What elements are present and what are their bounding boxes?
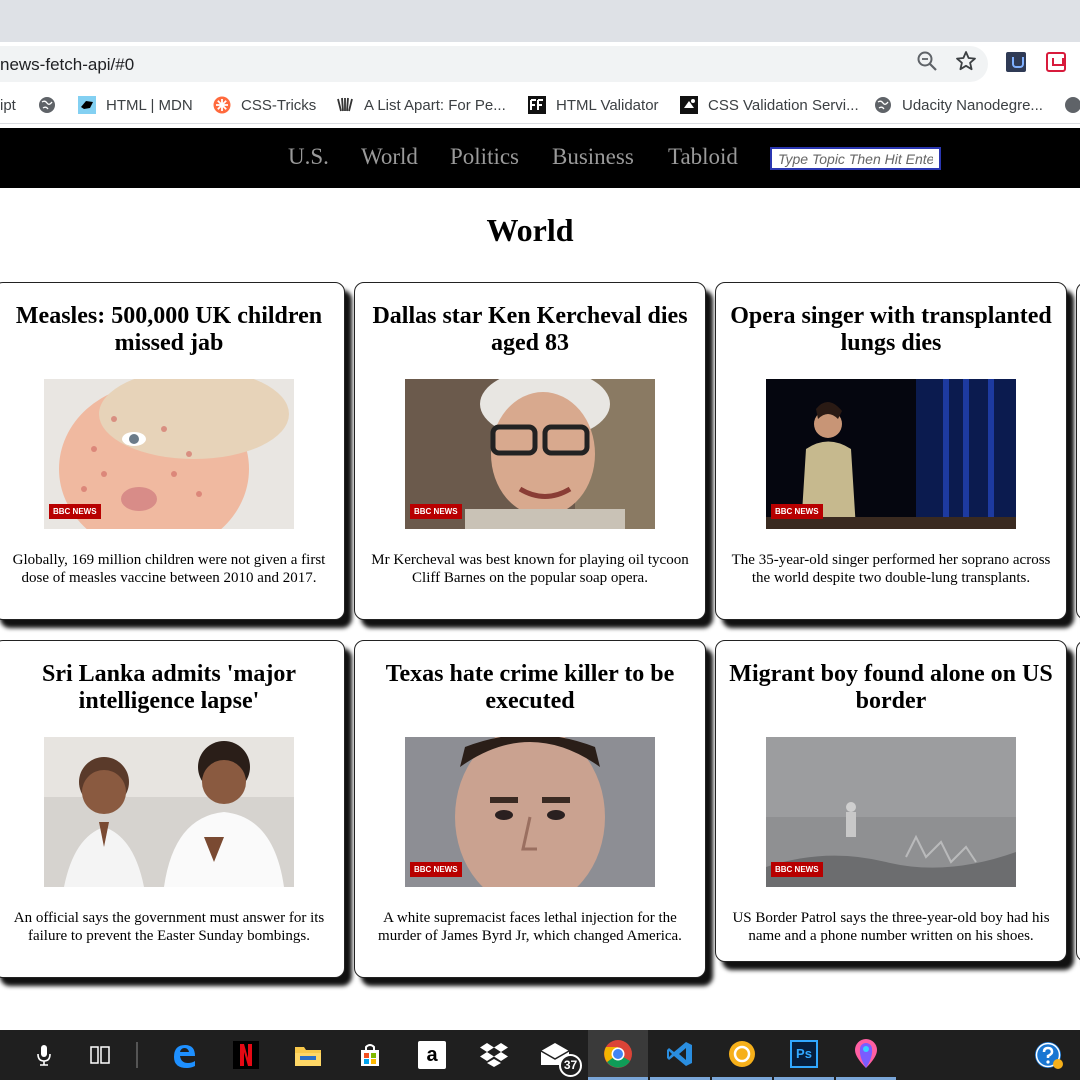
article-image: BBC NEWS [766, 379, 1016, 529]
article-description: The 35-year-old singer performed her sop… [731, 552, 1051, 586]
article-card[interactable]: Migrant boy found alone on US border BBC… [715, 640, 1067, 962]
article-card-partial[interactable] [1076, 640, 1080, 962]
taskbar-divider [136, 1042, 138, 1068]
article-image: BBC NEWS [766, 737, 1016, 887]
bookmark-star-icon[interactable] [955, 50, 977, 72]
bookmark-label: HTML | MDN [106, 96, 193, 114]
bbc-news-badge: BBC NEWS [49, 504, 101, 519]
bookmark-item[interactable]: A List Apart: For Pe... [336, 95, 506, 115]
vscode-icon[interactable] [650, 1030, 710, 1080]
help-icon[interactable] [1018, 1030, 1078, 1080]
bookmark-label: ipt [0, 96, 16, 114]
dropbox-icon[interactable] [464, 1030, 524, 1080]
browser-toolbar: news-fetch-api/#0 [0, 42, 1080, 86]
file-explorer-icon[interactable] [278, 1030, 338, 1080]
netflix-icon[interactable] [216, 1030, 276, 1080]
amazon-icon[interactable]: a [402, 1030, 462, 1080]
html-validator-icon [528, 96, 546, 114]
article-card[interactable]: Texas hate crime killer to be executed B… [354, 640, 706, 978]
article-image: BBC NEWS [44, 379, 294, 529]
address-bar[interactable]: news-fetch-api/#0 [0, 46, 988, 82]
nav-link-business[interactable]: Business [552, 144, 634, 170]
article-image: BBC NEWS [405, 737, 655, 887]
bookmark-item[interactable]: HTML | MDN [78, 95, 193, 115]
bookmarks-bar: ipt HTML | MDN CSS-Tricks A List Apart: … [0, 86, 1080, 124]
bookmark-label: Udacity Nanodegre... [902, 96, 1043, 114]
nav-link-world[interactable]: World [361, 144, 418, 170]
bookmark-item[interactable]: HTML Validator [528, 95, 659, 115]
task-view-icon[interactable] [70, 1030, 130, 1080]
article-description: Mr Kercheval was best known for playing … [371, 552, 689, 586]
windows-taskbar: a 37 Ps [0, 1030, 1080, 1080]
article-description: A white supremacist faces lethal injecti… [378, 910, 682, 944]
bookmark-label: CSS-Tricks [241, 96, 317, 114]
article-card[interactable]: Dallas star Ken Kercheval dies aged 83 B… [354, 282, 706, 620]
article-title[interactable]: Dallas star Ken Kercheval dies aged 83 [367, 303, 693, 357]
bookmark-label: HTML Validator [556, 96, 659, 114]
article-title[interactable]: Texas hate crime killer to be executed [367, 661, 693, 715]
photoshop-icon[interactable]: Ps [774, 1030, 834, 1080]
chrome-icon[interactable] [588, 1030, 648, 1080]
mail-icon[interactable]: 37 [526, 1030, 586, 1080]
article-card-partial[interactable] [1076, 282, 1080, 620]
article-description: Globally, 169 million children were not … [12, 552, 326, 586]
article-image: BBC NEWS [44, 737, 294, 887]
bookmark-item[interactable]: CSS Validation Servi... [680, 95, 859, 115]
nav-link-politics[interactable]: Politics [450, 144, 519, 170]
store-icon[interactable] [340, 1030, 400, 1080]
bbc-news-badge: BBC NEWS [410, 504, 462, 519]
article-title[interactable]: Sri Lanka admits 'major intelligence lap… [6, 661, 332, 715]
bbc-news-badge: BBC NEWS [771, 862, 823, 877]
address-url[interactable]: news-fetch-api/#0 [0, 55, 134, 75]
nav-link-tabloid[interactable]: Tabloid [668, 144, 738, 170]
css-validation-icon [680, 96, 698, 114]
microphone-icon[interactable] [14, 1030, 74, 1080]
topic-search-input[interactable] [770, 147, 941, 170]
globe-icon [39, 97, 55, 113]
bookmark-item[interactable]: ipt [0, 95, 16, 115]
css-tricks-icon [213, 96, 231, 114]
pocket-extension-icon[interactable] [1046, 52, 1066, 72]
article-card[interactable]: Opera singer with transplanted lungs die… [715, 282, 1067, 620]
article-title[interactable]: Measles: 500,000 UK children missed jab [6, 303, 332, 357]
paint-3d-icon[interactable] [836, 1030, 896, 1080]
article-image: BBC NEWS [405, 379, 655, 529]
app-circle-icon[interactable] [712, 1030, 772, 1080]
extension-icon[interactable] [1006, 52, 1026, 72]
bookmark-item[interactable]: CSS-Tricks [213, 95, 316, 115]
globe-icon [875, 97, 891, 113]
bbc-news-badge: BBC NEWS [771, 504, 823, 519]
zoom-icon[interactable] [916, 50, 938, 72]
bookmark-item[interactable] [38, 95, 66, 115]
edge-icon[interactable] [154, 1030, 214, 1080]
browser-tab-strip [0, 0, 1080, 42]
bookmark-overflow[interactable] [1064, 95, 1080, 115]
bookmark-label: CSS Validation Servi... [708, 96, 859, 114]
article-card[interactable]: Measles: 500,000 UK children missed jab … [0, 282, 345, 620]
mdn-icon [78, 96, 96, 114]
article-card[interactable]: Sri Lanka admits 'major intelligence lap… [0, 640, 345, 978]
bookmark-item[interactable]: Udacity Nanodegre... [874, 95, 1043, 115]
bbc-news-badge: BBC NEWS [410, 862, 462, 877]
bookmark-label: A List Apart: For Pe... [364, 96, 506, 114]
globe-icon [1065, 97, 1080, 113]
article-description: An official says the government must ans… [13, 910, 325, 944]
page-title: World [486, 212, 574, 248]
site-navbar: U.S. World Politics Business Tabloid [0, 128, 1080, 188]
article-description: US Border Patrol says the three-year-old… [732, 910, 1050, 944]
article-title[interactable]: Migrant boy found alone on US border [728, 661, 1054, 715]
article-title[interactable]: Opera singer with transplanted lungs die… [728, 303, 1054, 357]
mail-count-badge: 37 [559, 1054, 582, 1077]
a-list-apart-icon [337, 97, 353, 112]
nav-link-us[interactable]: U.S. [288, 144, 329, 170]
